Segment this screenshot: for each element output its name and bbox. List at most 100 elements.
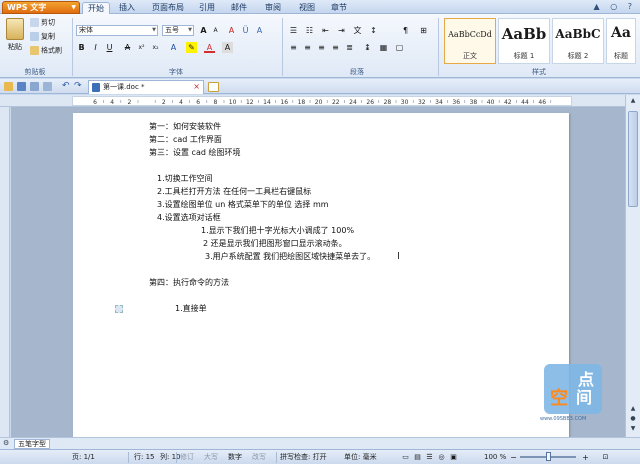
close-icon[interactable]: × (193, 81, 200, 93)
font-effect-icon[interactable]: A (168, 42, 179, 53)
doc-icon (92, 83, 100, 92)
horizontal-ruler[interactable]: 6 4 2 2 4 6 8 10 12 14 16 18 20 22 24 26 28 30 32 34 36 38 40 4… (0, 95, 625, 107)
doc-line: 1.直接单 (175, 304, 207, 313)
full-screen-icon[interactable]: ▭ (400, 452, 411, 463)
bold-button[interactable]: B (76, 42, 87, 53)
copy-icon (30, 32, 39, 41)
subscript-icon[interactable]: x₂ (150, 42, 161, 53)
zoom-out-icon[interactable]: − (508, 452, 519, 463)
open-icon[interactable] (4, 82, 13, 91)
paste-button[interactable]: 粘贴 (4, 18, 26, 58)
numbered-list-icon[interactable]: ☷ (304, 25, 315, 36)
tab-mailings[interactable]: 邮件 (226, 2, 252, 14)
status-spell-check[interactable]: 拼写检查: 打开 (280, 452, 327, 462)
vertical-ruler[interactable] (0, 107, 10, 437)
new-tab-icon[interactable] (208, 82, 219, 92)
align-center-icon[interactable]: ≡ (302, 42, 313, 53)
phonetic-icon[interactable]: Ü (240, 25, 251, 36)
show-marks-icon[interactable]: ¶ (400, 25, 411, 36)
ruler-number: 34 (435, 99, 443, 106)
status-caps: 大写 (204, 453, 218, 461)
sort-icon[interactable]: ↕ (368, 25, 379, 36)
tab-references[interactable]: 引用 (194, 2, 220, 14)
window-controls[interactable]: ▲ ○ ? (594, 2, 636, 11)
strikethrough-icon[interactable]: A (122, 42, 133, 53)
next-page-icon[interactable]: ▼ (628, 425, 638, 435)
document-tab[interactable]: 第一课.doc * × (88, 80, 204, 94)
align-left-icon[interactable]: ≡ (288, 42, 299, 53)
superscript-icon[interactable]: x² (136, 42, 147, 53)
distribute-icon[interactable]: ≣ (344, 42, 355, 53)
tab-page-layout[interactable]: 页面布局 (148, 2, 188, 14)
ruler-number: 18 (298, 99, 306, 106)
zoom-slider-knob[interactable] (546, 452, 551, 461)
scrollbar-thumb[interactable] (628, 111, 638, 207)
scroll-up-icon[interactable]: ▲ (628, 97, 638, 107)
format-painter-button[interactable]: 格式刷 (30, 46, 62, 56)
tab-insert[interactable]: 插入 (114, 2, 140, 14)
app-menu-button[interactable]: WPS 文字 ▼ (2, 1, 80, 14)
status-overwrite[interactable]: 改写 (252, 452, 266, 462)
decrease-indent-icon[interactable]: ⇤ (320, 25, 331, 36)
tab-review[interactable]: 审阅 (260, 2, 286, 14)
zoom-in-icon[interactable]: + (580, 452, 591, 463)
vertical-scrollbar[interactable]: ▲ ▲ ● ▼ (625, 95, 640, 437)
increase-indent-icon[interactable]: ⇥ (336, 25, 347, 36)
font-size-combo[interactable]: 五号 ▼ (162, 25, 194, 36)
char-border-icon[interactable]: A (254, 25, 265, 36)
save-icon[interactable] (17, 82, 26, 91)
status-revision[interactable]: 修订 (180, 452, 194, 462)
app-name: WPS 文字 (7, 3, 47, 12)
borders-icon[interactable]: ▢ (394, 42, 405, 53)
ruler-number: 40 (487, 99, 495, 106)
font-name-combo[interactable]: 宋体 ▼ (76, 25, 158, 36)
styles-group-label: 样式 (532, 68, 546, 76)
web-view-icon[interactable]: ◎ (436, 452, 447, 463)
undo-icon[interactable]: ↶ (62, 82, 71, 91)
align-right-icon[interactable]: ≡ (316, 42, 327, 53)
font-color-icon[interactable]: A (204, 42, 215, 53)
zoom-slider[interactable] (520, 452, 576, 461)
print-icon[interactable] (30, 82, 39, 91)
divider (276, 452, 277, 463)
previous-page-icon[interactable]: ▲ (628, 405, 638, 415)
copy-button[interactable]: 复制 (30, 32, 55, 42)
bullet-list-icon[interactable]: ☰ (288, 25, 299, 36)
fit-page-icon[interactable]: ⊡ (600, 452, 611, 463)
style-normal[interactable]: AaBbCcDd 正文 (444, 18, 496, 64)
style-title[interactable]: Aa 标题 (606, 18, 636, 64)
highlight-icon[interactable]: ✎ (186, 42, 197, 53)
tab-chapter[interactable]: 章节 (326, 2, 352, 14)
redo-icon[interactable]: ↷ (74, 82, 83, 91)
clear-format-icon[interactable]: A (226, 25, 237, 36)
preview-icon[interactable] (43, 82, 52, 91)
read-view-icon[interactable]: ▣ (448, 452, 459, 463)
italic-button[interactable]: I (90, 42, 101, 53)
ruler-number: 2 (127, 99, 131, 106)
page-view-icon[interactable]: ▤ (412, 452, 423, 463)
status-unit[interactable]: 单位: 毫米 (344, 452, 377, 462)
cut-button[interactable]: 剪切 (30, 18, 55, 28)
font-name-value: 宋体 (79, 26, 93, 34)
text-tools-icon[interactable]: ⊞ (418, 25, 429, 36)
style-name: 标题 1 (513, 52, 535, 60)
select-browse-icon[interactable]: ● (628, 415, 638, 425)
gear-icon[interactable]: ⚙ (3, 439, 9, 447)
tab-view[interactable]: 视图 (294, 2, 320, 14)
underline-button[interactable]: U (104, 42, 115, 53)
style-heading-1[interactable]: AaBb 标题 1 (498, 18, 550, 64)
tab-home[interactable]: 开始 (82, 2, 110, 14)
style-heading-2[interactable]: AaBbC 标题 2 (552, 18, 604, 64)
grow-font-button[interactable]: A (198, 25, 209, 36)
document-page[interactable]: 第一：如何安装软件 第二：cad 工作界面 第三：设置 cad 绘图环境 1.切… (73, 113, 569, 437)
justify-icon[interactable]: ≡ (330, 42, 341, 53)
chinese-layout-icon[interactable]: 文 (352, 25, 363, 36)
doc-line: 3.设置绘图单位 un 格式菜单下的单位 选择 mm (157, 200, 329, 209)
char-shading-icon[interactable]: A (222, 42, 233, 53)
shading-icon[interactable]: ▦ (378, 42, 389, 53)
outline-view-icon[interactable]: ☰ (424, 452, 435, 463)
ruler-number: 2 (162, 99, 166, 106)
line-spacing-icon[interactable]: ↨ (362, 42, 373, 53)
ime-button[interactable]: 五笔字型 (14, 439, 50, 449)
shrink-font-button[interactable]: A (210, 25, 221, 36)
